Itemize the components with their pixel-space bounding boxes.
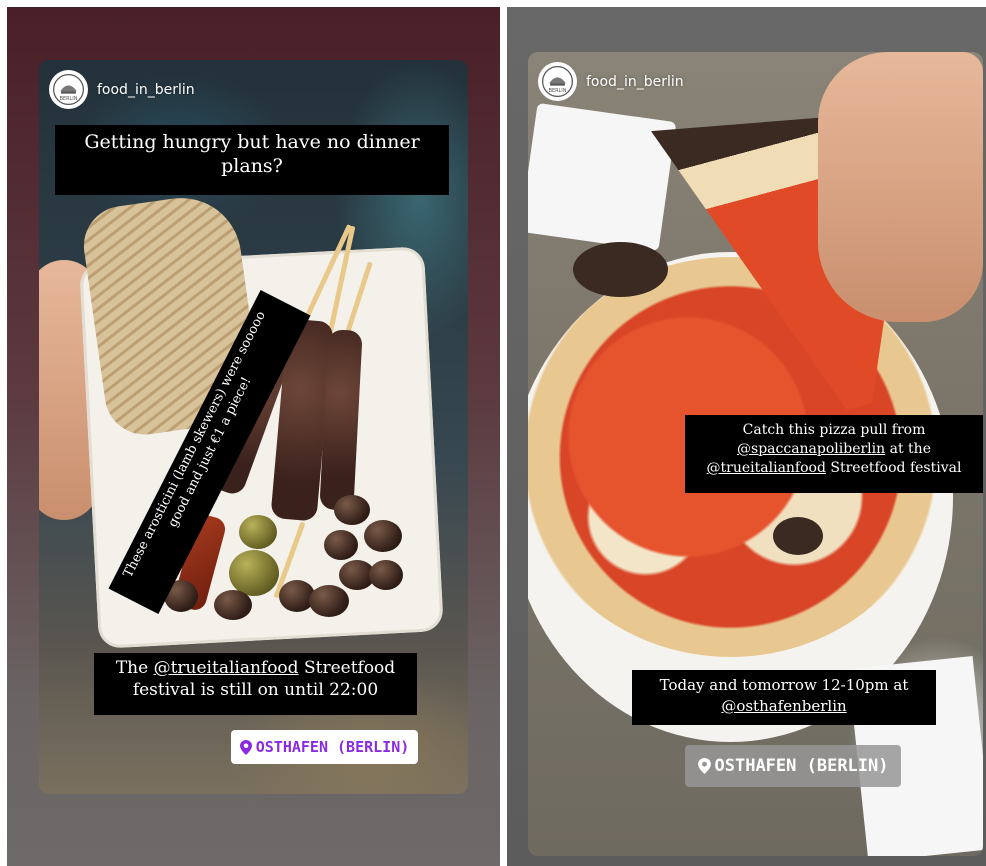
olive-image: [229, 550, 279, 596]
mention-link[interactable]: @trueitalianfood: [154, 658, 299, 678]
location-label: OSTHAFEN (BERLIN): [255, 738, 410, 756]
caption-line: @trueitalianfood Streetfood festival: [693, 459, 975, 478]
restaurant-logo-icon: BERLIN: [542, 66, 573, 97]
olive-image: [214, 590, 252, 620]
story-header: BERLIN food_in_berlin: [49, 70, 195, 109]
story-caption-bottom: The @trueitalianfood Streetfood festival…: [94, 653, 417, 715]
svg-text:BERLIN: BERLIN: [549, 88, 567, 94]
location-sticker[interactable]: OSTHAFEN (BERLIN): [685, 745, 901, 787]
caption-line: @osthafenberlin: [640, 696, 928, 717]
olive-image: [334, 495, 370, 525]
caption-line: @spaccanapoliberlin at the: [693, 440, 975, 459]
avatar[interactable]: BERLIN: [538, 62, 577, 101]
svg-text:BERLIN: BERLIN: [60, 96, 78, 102]
olive-image: [309, 585, 349, 617]
story-caption-top: Getting hungry but have no dinner plans?: [55, 125, 449, 195]
caption-text: Catch this pizza pull from: [742, 422, 926, 438]
mention-link[interactable]: @spaccanapoliberlin: [737, 441, 885, 457]
location-pin-icon: [697, 758, 711, 774]
caption-text: The: [115, 658, 154, 678]
location-sticker[interactable]: OSTHAFEN (BERLIN): [231, 730, 418, 764]
story-caption-mid: Catch this pizza pull from @spaccanapoli…: [685, 415, 983, 493]
story-header: BERLIN food_in_berlin: [538, 62, 684, 101]
caption-text: Today and tomorrow 12-10pm at: [659, 676, 909, 694]
olive-image: [324, 530, 358, 560]
olive-image: [364, 520, 402, 552]
napkin-image: [528, 102, 677, 252]
mention-link[interactable]: @osthafenberlin: [721, 697, 846, 715]
hand-image: [818, 52, 983, 322]
caption-line: Today and tomorrow 12-10pm at: [640, 675, 928, 696]
pizza-crust-char: [573, 242, 668, 297]
username[interactable]: food_in_berlin: [586, 74, 684, 90]
caption-text: Streetfood festival: [825, 459, 962, 476]
avatar[interactable]: BERLIN: [49, 70, 88, 109]
story-panel-left: BERLIN food_in_berlin Getting hungry but…: [7, 7, 500, 866]
caption-text: at the: [885, 440, 931, 457]
location-pin-icon: [239, 739, 252, 755]
location-label: OSTHAFEN (BERLIN): [714, 756, 889, 776]
story-panel-right: BERLIN food_in_berlin Catch this pizza p…: [507, 7, 986, 866]
username[interactable]: food_in_berlin: [97, 82, 195, 98]
story-left[interactable]: BERLIN food_in_berlin Getting hungry but…: [39, 60, 468, 794]
caption-line: Catch this pizza pull from: [693, 421, 975, 440]
story-right[interactable]: BERLIN food_in_berlin Catch this pizza p…: [528, 52, 983, 856]
caption-text: Getting hungry but have no dinner plans?: [84, 131, 420, 178]
restaurant-logo-icon: BERLIN: [53, 74, 84, 105]
olive-image: [239, 515, 277, 549]
olive-image: [369, 560, 403, 590]
mention-link[interactable]: @trueitalianfood: [707, 460, 826, 476]
pizza-crust-char: [773, 517, 823, 555]
story-caption-bottom: Today and tomorrow 12-10pm at @osthafenb…: [632, 670, 936, 725]
